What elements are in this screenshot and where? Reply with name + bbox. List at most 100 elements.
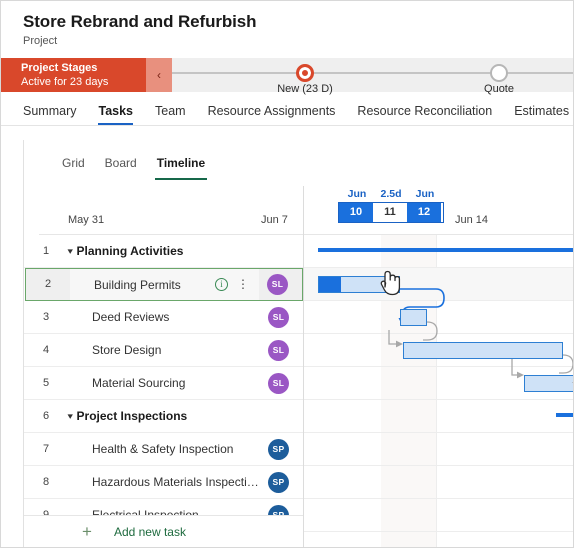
- task-rows: 1 ▾ Planning Activities 2 Building Permi…: [24, 235, 303, 547]
- table-row[interactable]: 7 Health & Safety Inspection SP: [24, 433, 303, 466]
- business-process-flow: Project Stages Active for 23 days ‹ New …: [1, 58, 573, 95]
- avatar[interactable]: SP: [268, 438, 289, 460]
- chevron-down-icon[interactable]: ▾: [68, 246, 73, 257]
- stage-active-subtitle: Active for 23 days: [21, 76, 109, 88]
- table-row[interactable]: 1 ▾ Planning Activities: [24, 235, 303, 268]
- table-row[interactable]: 6 ▾ Project Inspections: [24, 400, 303, 433]
- task-name: Planning Activities: [76, 244, 184, 258]
- avatar-cell: SL: [259, 269, 302, 300]
- gantt-timeline-area: Jun 2.5d Jun 10 11 12 Jun 14: [303, 186, 573, 547]
- date-range-month-start: Jun: [347, 188, 367, 200]
- row-number: 6: [42, 410, 50, 422]
- gantt-progress-fill: [319, 277, 341, 292]
- date-range-selector[interactable]: Jun 2.5d Jun 10 11 12: [338, 188, 444, 223]
- task-name: Building Permits: [94, 277, 181, 292]
- tab-resource-reconciliation[interactable]: Resource Reconciliation: [346, 104, 503, 125]
- date-cell-end[interactable]: 12: [407, 203, 441, 222]
- table-row-selected[interactable]: 2 Building Permits i ⋮ SL: [25, 268, 303, 301]
- date-range-duration: 2.5d: [380, 188, 402, 200]
- stage-active-title: Project Stages: [21, 62, 98, 74]
- task-name: Project Inspections: [76, 409, 188, 423]
- table-row[interactable]: 5 Material Sourcing SL: [24, 367, 303, 400]
- gantt-row[interactable]: [304, 382, 573, 433]
- main-tabs: Summary Tasks Team Resource Assignments …: [1, 92, 573, 126]
- gantt-row[interactable]: [304, 301, 573, 341]
- stage-node-label: New (23 D): [277, 83, 333, 95]
- tab-estimates[interactable]: Estimates: [503, 104, 573, 125]
- row-number: 4: [42, 344, 50, 356]
- stage-node-new[interactable]: New (23 D): [245, 58, 365, 95]
- gantt-bars-area: [304, 235, 573, 547]
- gantt-row[interactable]: [304, 359, 573, 400]
- page-subtitle: Project: [23, 35, 58, 47]
- row-number: 8: [42, 476, 50, 488]
- gantt-row-selected[interactable]: [304, 268, 573, 325]
- view-tab-board[interactable]: Board: [95, 156, 147, 180]
- app-window: Store Rebrand and Refurbish Project Proj…: [0, 0, 574, 548]
- row-number: 3: [42, 311, 50, 323]
- row-number: 7: [42, 443, 50, 455]
- plus-icon: +: [82, 522, 92, 541]
- row-number: 5: [42, 377, 50, 389]
- date-range-top-labels: Jun 2.5d Jun: [338, 188, 444, 202]
- gantt-row[interactable]: [304, 499, 573, 532]
- page-header: Store Rebrand and Refurbish Project: [1, 1, 573, 54]
- avatar[interactable]: SP: [268, 471, 289, 493]
- stage-node-label: Quote: [484, 83, 514, 95]
- tab-summary[interactable]: Summary: [23, 104, 87, 125]
- date-cell-middle[interactable]: 11: [373, 203, 407, 222]
- gantt-task-list: May 31 Jun 7 1 ▾ Planning Activities 2 B…: [24, 186, 303, 547]
- gantt-task-bar[interactable]: [318, 276, 400, 293]
- timeline-date-label: May 31: [68, 214, 105, 226]
- tab-resource-assignments[interactable]: Resource Assignments: [197, 104, 347, 125]
- gantt-right-header: Jun 2.5d Jun 10 11 12 Jun 14: [304, 186, 573, 235]
- dependency-arrow: [544, 419, 573, 455]
- task-name: Hazardous Materials Inspecti…: [92, 475, 259, 489]
- add-new-task-row[interactable]: + Add new task: [24, 515, 303, 547]
- task-name: Deed Reviews: [92, 310, 170, 324]
- gantt-task-bar[interactable]: [403, 342, 563, 359]
- add-new-task-label[interactable]: Add new task: [114, 525, 186, 539]
- info-icon[interactable]: i: [215, 278, 228, 291]
- gantt-row[interactable]: [304, 433, 573, 466]
- table-row[interactable]: 3 Deed Reviews SL: [24, 301, 303, 334]
- date-range-month-end: Jun: [415, 188, 435, 200]
- stage-node-quote[interactable]: Quote: [439, 58, 559, 95]
- avatar[interactable]: SL: [268, 372, 289, 394]
- stage-active-block[interactable]: Project Stages Active for 23 days: [1, 58, 146, 92]
- gantt-chart: May 31 Jun 7 1 ▾ Planning Activities 2 B…: [24, 186, 573, 547]
- tab-tasks[interactable]: Tasks: [87, 104, 144, 125]
- avatar[interactable]: SL: [268, 339, 289, 361]
- task-name: Health & Safety Inspection: [92, 442, 234, 456]
- tasks-panel: Grid Board Timeline May 31 Jun 7 1 ▾ Pla…: [23, 140, 573, 547]
- tab-team[interactable]: Team: [144, 104, 197, 125]
- avatar[interactable]: SL: [267, 274, 288, 295]
- task-name: Store Design: [92, 343, 162, 357]
- page-title: Store Rebrand and Refurbish: [23, 12, 257, 31]
- view-tabs: Grid Board Timeline: [24, 140, 573, 180]
- gantt-row[interactable]: [304, 235, 573, 268]
- timeline-date-label: Jun 7: [261, 214, 288, 226]
- view-tab-grid[interactable]: Grid: [52, 156, 95, 180]
- gantt-row[interactable]: [304, 466, 573, 499]
- table-row[interactable]: 8 Hazardous Materials Inspecti… SP: [24, 466, 303, 499]
- gantt-summary-bar[interactable]: [318, 248, 573, 252]
- gantt-row[interactable]: [304, 532, 573, 547]
- chevron-left-icon[interactable]: ‹: [146, 58, 172, 92]
- date-range-days: 10 11 12: [338, 202, 444, 223]
- avatar[interactable]: SL: [268, 306, 289, 328]
- stage-dot-current-icon: [296, 64, 314, 82]
- stage-dot-future-icon: [490, 64, 508, 82]
- more-vertical-icon[interactable]: ⋮: [237, 278, 249, 290]
- gantt-left-header: May 31 Jun 7: [24, 186, 303, 235]
- gantt-summary-bar[interactable]: [556, 413, 573, 417]
- view-tab-timeline[interactable]: Timeline: [147, 156, 215, 180]
- date-cell-start[interactable]: 10: [339, 203, 373, 222]
- row-actions: i ⋮: [215, 278, 249, 291]
- table-row[interactable]: 4 Store Design SL: [24, 334, 303, 367]
- row-number: 1: [42, 245, 50, 257]
- chevron-down-icon[interactable]: ▾: [68, 411, 73, 422]
- stage-track: New (23 D) Quote: [172, 58, 573, 95]
- task-name: Material Sourcing: [92, 376, 186, 390]
- timeline-date-label: Jun 14: [455, 214, 489, 226]
